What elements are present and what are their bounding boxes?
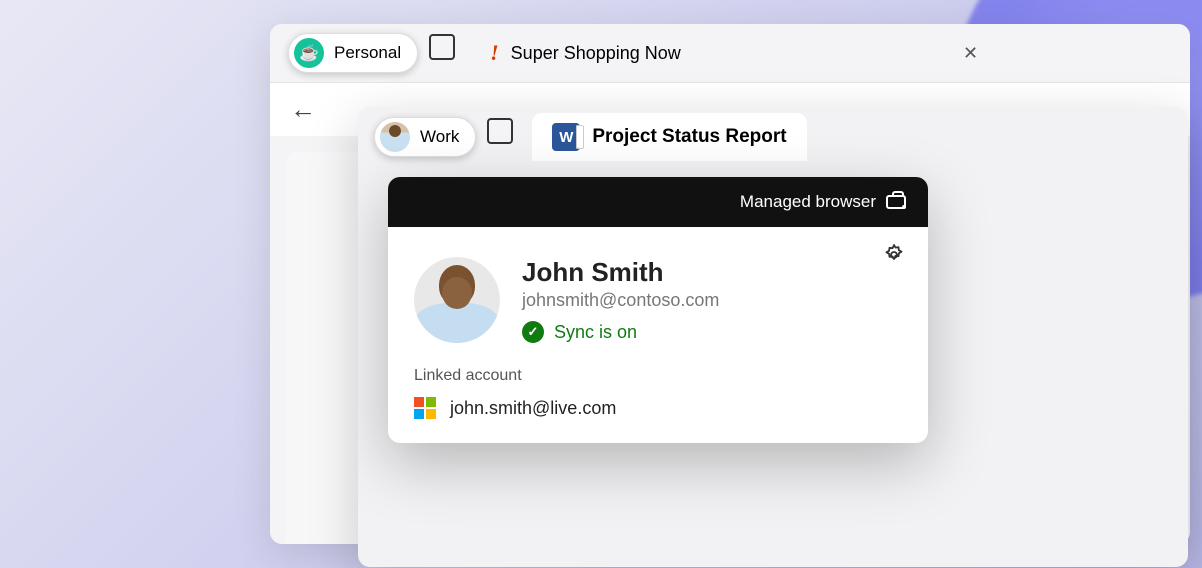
checkmark-circle-icon: ✓ <box>522 321 544 343</box>
user-email: johnsmith@contoso.com <box>522 290 719 311</box>
managed-browser-label: Managed browser <box>740 192 876 212</box>
coffee-cup-icon: ☕ <box>294 38 324 68</box>
settings-gear-icon[interactable] <box>882 243 906 273</box>
user-avatar <box>414 257 500 343</box>
tab-title: Project Status Report <box>592 126 786 148</box>
briefcase-icon <box>886 195 906 209</box>
linked-account-email: john.smith@live.com <box>450 398 616 419</box>
tab-title: Super Shopping Now <box>511 43 681 64</box>
avatar-icon <box>380 122 410 152</box>
tabstrip: Work W Project Status Report <box>358 107 1188 167</box>
close-tab-icon[interactable]: ✕ <box>963 43 978 64</box>
profile-switcher-work[interactable]: Work <box>374 117 476 157</box>
sync-status[interactable]: ✓ Sync is on <box>522 321 719 343</box>
user-name: John Smith <box>522 257 719 288</box>
back-arrow-icon[interactable]: ← <box>290 94 316 125</box>
alert-icon: ! <box>490 40 499 66</box>
popup-header: Managed browser <box>388 177 928 227</box>
microsoft-logo-icon <box>414 397 436 419</box>
linked-account-row[interactable]: john.smith@live.com <box>414 397 902 419</box>
word-document-icon: W <box>552 123 580 151</box>
browser-tab[interactable]: ! Super Shopping Now ✕ <box>474 30 994 76</box>
profile-label: Work <box>420 127 459 147</box>
tab-actions-icon[interactable] <box>490 123 518 151</box>
profile-label: Personal <box>334 43 401 63</box>
tab-actions-icon[interactable] <box>432 39 460 67</box>
linked-account-heading: Linked account <box>414 367 902 385</box>
profile-flyout: Managed browser John Smith johnsmith@con… <box>388 177 928 443</box>
tabstrip: ☕ Personal ! Super Shopping Now ✕ <box>270 24 1190 82</box>
profile-switcher-personal[interactable]: ☕ Personal <box>288 33 418 73</box>
sync-status-label: Sync is on <box>554 322 637 343</box>
browser-tab[interactable]: W Project Status Report <box>532 113 806 161</box>
browser-window-work: Work W Project Status Report Managed bro… <box>358 107 1188 567</box>
